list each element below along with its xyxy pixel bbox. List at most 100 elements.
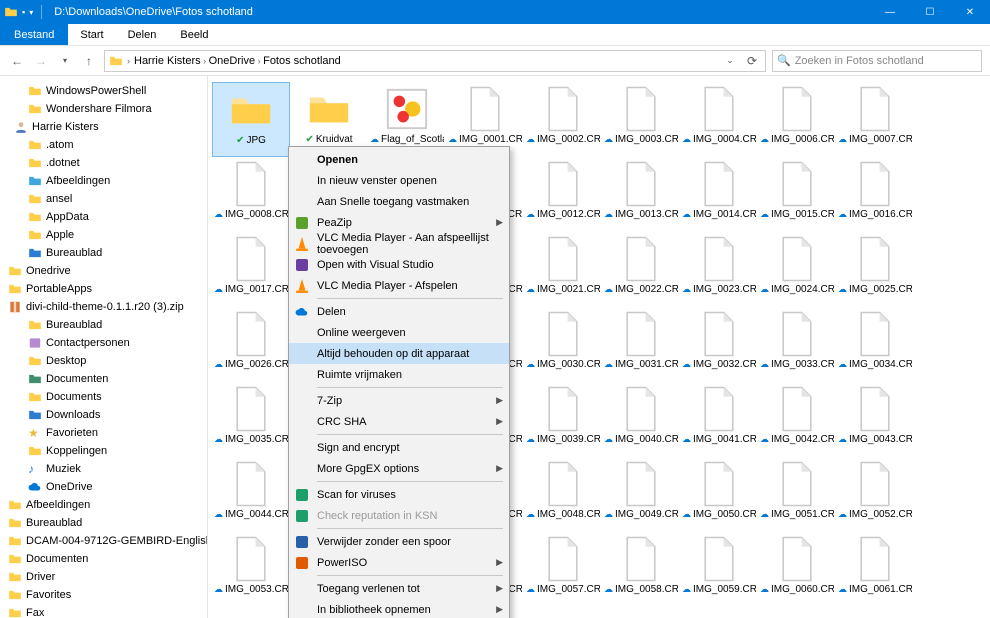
tree-node[interactable]: WindowsPowerShell [0,82,207,100]
menu-item[interactable]: Aan Snelle toegang vastmaken [289,191,509,212]
menu-item[interactable]: Online weergeven [289,322,509,343]
tree-node[interactable]: DCAM-004-9712G-GEMBIRD-English [0,532,207,550]
menu-item[interactable]: 7-Zip▶ [289,390,509,411]
menu-item[interactable]: Scan for viruses [289,484,509,505]
file-item[interactable]: ☁IMG_0007.CR2 [836,82,914,157]
tree-node[interactable]: Downloads [0,406,207,424]
tree-node[interactable]: ansel [0,190,207,208]
tree-node[interactable]: Documenten [0,550,207,568]
file-item[interactable]: ☁IMG_0014.CR2 [680,157,758,232]
tree-node[interactable]: OneDrive [0,478,207,496]
tree-node[interactable]: ♪Muziek [0,460,207,478]
ribbon-tab-beeld[interactable]: Beeld [168,24,220,45]
tree-node[interactable]: Koppelingen [0,442,207,460]
menu-item[interactable]: Delen [289,301,509,322]
menu-item[interactable]: VLC Media Player - Afspelen [289,275,509,296]
tree-node[interactable]: divi-child-theme-0.1.1.r20 (3).zip [0,298,207,316]
ribbon-tab-start[interactable]: Start [68,24,115,45]
file-item[interactable]: ☁IMG_0060.CR2 [758,532,836,607]
tree-node[interactable]: .dotnet [0,154,207,172]
tree-node[interactable]: Onedrive [0,262,207,280]
tree-node[interactable]: Afbeeldingen [0,172,207,190]
maximize-button[interactable]: ☐ [910,0,950,24]
file-item[interactable]: ☁IMG_0050.CR2 [680,457,758,532]
file-item[interactable]: ☁IMG_0025.CR2 [836,232,914,307]
file-item[interactable]: ☁IMG_0013.CR2 [602,157,680,232]
tree-node[interactable]: Bureaublad [0,514,207,532]
address-bar[interactable]: › Harrie Kisters › OneDrive › Fotos scho… [104,50,766,72]
file-item[interactable]: ☁IMG_0041.CR2 [680,382,758,457]
menu-item[interactable]: CRC SHA▶ [289,411,509,432]
menu-item[interactable]: VLC Media Player - Aan afspeellijst toev… [289,233,509,254]
file-item[interactable]: ☁IMG_0004.CR2 [680,82,758,157]
file-item[interactable]: ☁IMG_0059.CR2 [680,532,758,607]
menu-item[interactable]: Verwijder zonder een spoor [289,531,509,552]
file-item[interactable]: ☁IMG_0052.CR2 [836,457,914,532]
file-item[interactable]: ☁IMG_0016.CR2 [836,157,914,232]
content-pane[interactable]: ✔JPG✔Kruidvat☁Flag_of_Scotla☁IMG_0001.CR… [208,76,990,618]
file-item[interactable]: ☁IMG_0022.CR2 [602,232,680,307]
tree-node[interactable]: AppData [0,208,207,226]
menu-item[interactable]: Open with Visual Studio [289,254,509,275]
file-item[interactable]: ☁IMG_0040.CR2 [602,382,680,457]
menu-item[interactable]: Toegang verlenen tot▶ [289,578,509,599]
tree-node[interactable]: Apple [0,226,207,244]
file-item[interactable]: ☁IMG_0003.CR2 [602,82,680,157]
tree-node[interactable]: Bureaublad [0,316,207,334]
file-item[interactable]: ☁IMG_0026.CR2 [212,307,290,382]
back-button[interactable]: ← [8,52,26,70]
navigation-tree[interactable]: WindowsPowerShellWondershare FilmoraHarr… [0,76,208,618]
file-item[interactable]: ☁IMG_0023.CR2 [680,232,758,307]
menu-item[interactable]: Ruimte vrijmaken [289,364,509,385]
file-item[interactable]: ☁IMG_0033.CR2 [758,307,836,382]
tree-node[interactable]: Documents [0,388,207,406]
tree-node[interactable]: Fax [0,604,207,618]
file-item[interactable]: ☁IMG_0034.CR2 [836,307,914,382]
menu-item[interactable]: Altijd behouden op dit apparaat [289,343,509,364]
file-item[interactable]: ☁IMG_0051.CR2 [758,457,836,532]
ribbon-tab-delen[interactable]: Delen [116,24,169,45]
file-item[interactable]: ☁IMG_0032.CR2 [680,307,758,382]
file-item[interactable]: ☁IMG_0035.CR2 [212,382,290,457]
menu-item[interactable]: PeaZip▶ [289,212,509,233]
file-item[interactable]: ☁IMG_0042.CR2 [758,382,836,457]
file-item[interactable]: ☁IMG_0049.CR2 [602,457,680,532]
file-item[interactable]: ☁IMG_0058.CR2 [602,532,680,607]
search-box[interactable]: 🔍 Zoeken in Fotos schotland [772,50,982,72]
forward-button[interactable]: → [32,52,50,70]
breadcrumb-segment[interactable]: Harrie Kisters [134,55,201,67]
file-item[interactable]: ☁IMG_0002.CR2 [524,82,602,157]
up-button[interactable]: ↑ [80,52,98,70]
tree-node[interactable]: Documenten [0,370,207,388]
file-item[interactable]: ☁IMG_0044.CR2 [212,457,290,532]
tree-node[interactable]: PortableApps [0,280,207,298]
menu-item[interactable]: More GpgEX options▶ [289,458,509,479]
tree-node[interactable]: Contactpersonen [0,334,207,352]
menu-item[interactable]: In nieuw venster openen [289,170,509,191]
close-button[interactable]: ✕ [950,0,990,24]
file-item[interactable]: ☁IMG_0043.CR2 [836,382,914,457]
tree-node[interactable]: Desktop [0,352,207,370]
menu-item[interactable]: Sign and encrypt [289,437,509,458]
file-item[interactable]: ☁IMG_0048.CR2 [524,457,602,532]
refresh-button[interactable]: ⟳ [743,52,761,70]
file-item[interactable]: ☁IMG_0030.CR2 [524,307,602,382]
file-item[interactable]: ☁IMG_0015.CR2 [758,157,836,232]
file-item[interactable]: ☁IMG_0012.CR2 [524,157,602,232]
tree-node[interactable]: .atom [0,136,207,154]
file-item[interactable]: ☁IMG_0057.CR2 [524,532,602,607]
file-item[interactable]: ☁IMG_0017.CR2 [212,232,290,307]
tree-node[interactable]: Afbeeldingen [0,496,207,514]
qat-dropdown-icon[interactable]: ▾ [29,8,33,17]
file-item[interactable]: ☁IMG_0031.CR2 [602,307,680,382]
minimize-button[interactable]: — [870,0,910,24]
file-item[interactable]: ☁IMG_0021.CR2 [524,232,602,307]
menu-item[interactable]: PowerISO▶ [289,552,509,573]
breadcrumb-segment[interactable]: Fotos schotland [263,55,341,67]
tree-node[interactable]: Driver [0,568,207,586]
tree-node[interactable]: Bureaublad [0,244,207,262]
menu-item[interactable]: In bibliotheek opnemen▶ [289,599,509,618]
file-item[interactable]: ☁IMG_0061.CR2 [836,532,914,607]
tree-node[interactable]: Harrie Kisters [0,118,207,136]
ribbon-file-tab[interactable]: Bestand [0,24,68,45]
